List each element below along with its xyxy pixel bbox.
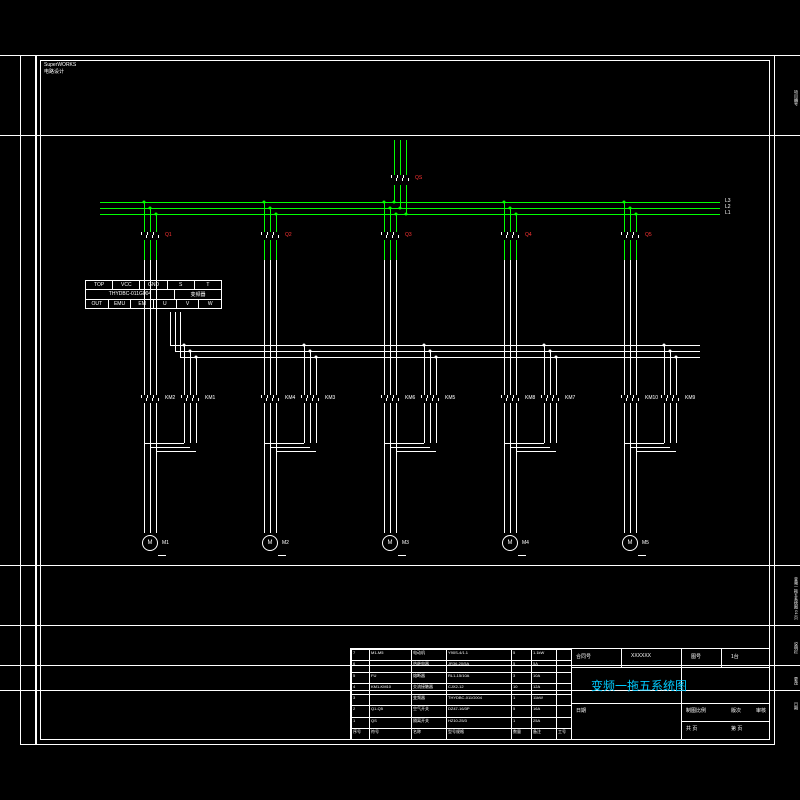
vfd-bus-w: [180, 357, 700, 358]
bom-header: 名称: [413, 729, 421, 735]
bom-cell: 1: [353, 718, 355, 723]
bus-label-l1: L1: [725, 210, 731, 216]
bom-cell: 12A: [533, 684, 540, 689]
bom-cell: Y90S-4/1.1: [448, 650, 468, 655]
bom-cell: 6: [353, 661, 355, 666]
bom-cell: 10A: [533, 673, 540, 678]
motor-symbol: [382, 535, 398, 551]
bom-cell: RL1-15/10A: [448, 673, 469, 678]
vfd-bus-u: [170, 345, 700, 346]
km-vfd-label: KM1: [205, 395, 215, 401]
motor-symbol: [262, 535, 278, 551]
bom-cell: 5: [513, 706, 515, 711]
bom-cell: 25A: [533, 718, 540, 723]
breaker-label: Q4: [525, 232, 532, 238]
bom-cell: QS: [371, 718, 377, 723]
bus-l2: [100, 208, 720, 209]
bom-cell: CJX2-12: [448, 684, 464, 689]
bom-cell: HZ10-25/3: [448, 718, 467, 723]
km-line-label: KM4: [285, 395, 295, 401]
bom-cell: 11kW: [533, 695, 543, 700]
km-line-label: KM2: [165, 395, 175, 401]
bom-header: 数量: [513, 729, 521, 735]
motor-label: M5: [642, 540, 649, 546]
bom-cell: THYDBC-011G004: [448, 695, 482, 700]
breaker-label: Q1: [165, 232, 172, 238]
motor-symbol: [142, 535, 158, 551]
bom-cell: 熔断器: [413, 673, 425, 679]
bom-cell: 5A: [533, 661, 538, 666]
motor-label: M1: [162, 540, 169, 546]
breaker-label: Q3: [405, 232, 412, 238]
km-vfd-label: KM5: [445, 395, 455, 401]
motor-label: M4: [522, 540, 529, 546]
bom-cell: Q1-Q5: [371, 706, 383, 711]
bom-cell: 16A: [533, 706, 540, 711]
km-vfd-label: KM7: [565, 395, 575, 401]
bom-cell: M1-M5: [371, 650, 383, 655]
bom-cell: FU: [371, 673, 376, 678]
bom-cell: 空气开关: [413, 706, 429, 712]
bom-header: 符号: [371, 729, 379, 735]
bom-cell: 电动机: [413, 650, 425, 656]
km-line-label: KM6: [405, 395, 415, 401]
drawing-canvas: SuperWORKS 电路设计 项目编号变频一拖五系统图 01 页说明栏更改日期…: [0, 0, 800, 800]
bom-cell: 1: [513, 695, 515, 700]
motor-label: M3: [402, 540, 409, 546]
bom-cell: 5: [353, 673, 355, 678]
bus-l1: [100, 214, 720, 215]
vfd-bus-v: [175, 351, 700, 352]
bom-cell: 变频器: [413, 695, 425, 701]
bom-cell: 2: [353, 706, 355, 711]
bom-cell: KM1-KM10: [371, 684, 391, 689]
bom-cell: 1: [513, 718, 515, 723]
bom-header: 工号: [558, 729, 566, 735]
drawing-title: 变频一拖五系统图: [591, 677, 687, 694]
vfd-block: TOP VCC GND S T THYDBC-011G004 变频器 OUT E…: [85, 280, 222, 309]
motor-label: M2: [282, 540, 289, 546]
bom-cell: 5: [513, 661, 515, 666]
sidebar-cell: 项目编号: [0, 55, 800, 140]
breaker-label: Q2: [285, 232, 292, 238]
title-block: 合同号 XXXXXX 图号 1台 变频一拖五系统图 制图比例 版次 审核 共 页…: [350, 648, 770, 740]
bom-cell: 热继电器: [413, 661, 429, 667]
bom-cell: 5: [513, 650, 515, 655]
bom-cell: JR36-20/5A: [448, 661, 469, 666]
bom-cell: 10: [513, 684, 517, 689]
breaker-label: Q5: [645, 232, 652, 238]
main-breaker-label: QS: [415, 175, 422, 181]
bom-cell: 1.1kW: [533, 650, 544, 655]
sidebar-cell: 变频一拖五系统图 01 页: [0, 565, 800, 630]
km-line-label: KM10: [645, 395, 658, 401]
bom-cell: 3: [513, 673, 515, 678]
bom-cell: 隔离开关: [413, 718, 429, 724]
bom-header: 型号规格: [448, 729, 464, 735]
km-vfd-label: KM3: [325, 395, 335, 401]
bom-cell: 交流接触器: [413, 684, 433, 690]
bom-header: 备注: [533, 729, 541, 735]
km-vfd-label: KM9: [685, 395, 695, 401]
motor-symbol: [622, 535, 638, 551]
bom-cell: 7: [353, 650, 355, 655]
bom-cell: 4: [353, 684, 355, 689]
km-line-label: KM8: [525, 395, 535, 401]
bom-header: 序号: [353, 729, 361, 735]
motor-symbol: [502, 535, 518, 551]
bom-cell: 3: [353, 695, 355, 700]
bom-cell: DZ47-16/3P: [448, 706, 470, 711]
bus-l3: [100, 202, 720, 203]
